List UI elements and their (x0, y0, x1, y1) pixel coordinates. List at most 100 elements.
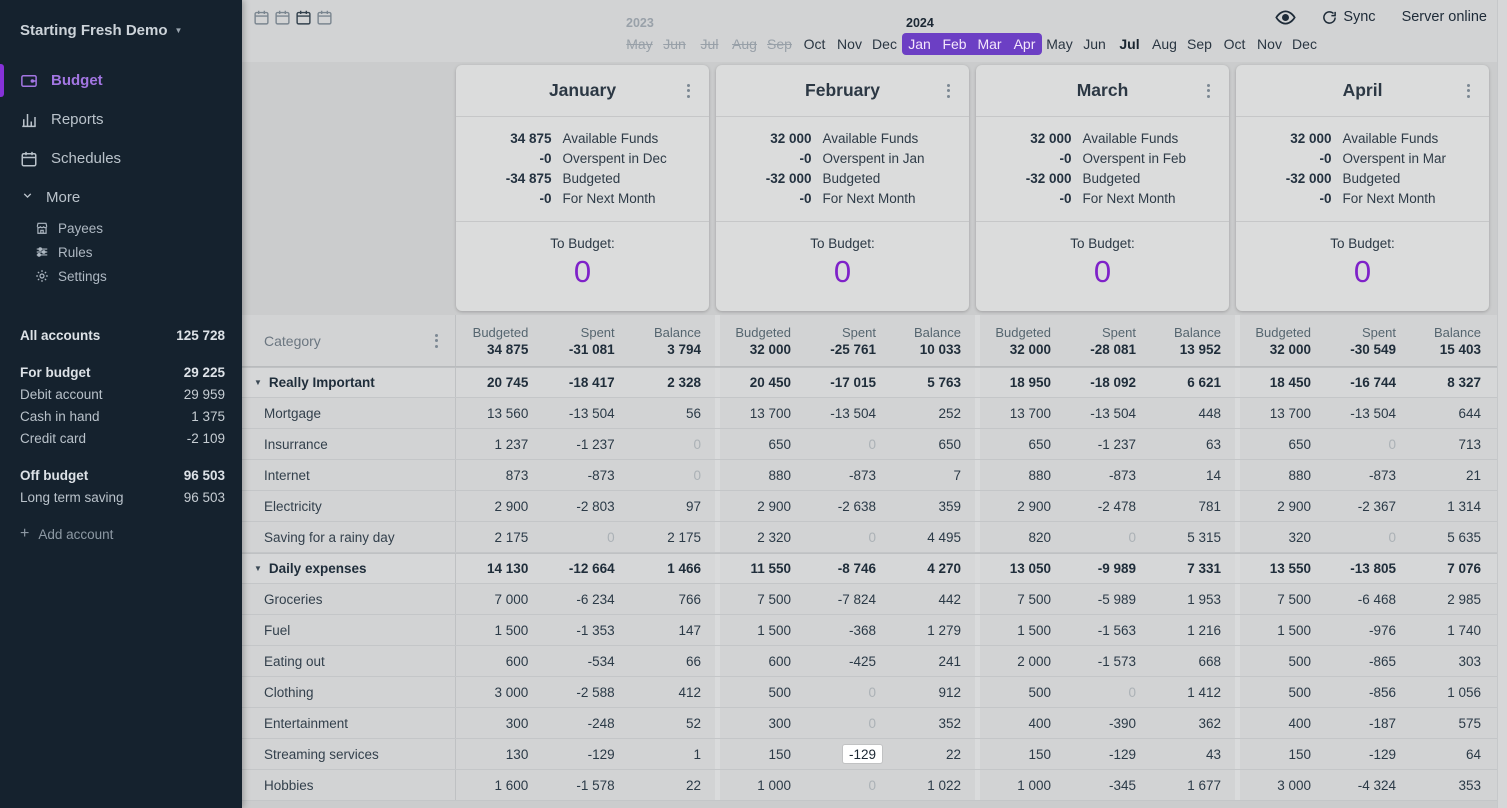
budget-cell[interactable]: 2 985 (1410, 584, 1495, 614)
budget-cell[interactable]: 2 000 (980, 646, 1065, 676)
budget-cell[interactable]: 1 237 (456, 429, 542, 459)
budget-cell[interactable]: -2 588 (542, 677, 628, 707)
header-cell-balance[interactable]: Balance3 794 (629, 315, 715, 366)
budget-cell[interactable]: 56 (629, 398, 715, 428)
account-row-credit-card[interactable]: Credit card-2 109 (0, 427, 242, 449)
budget-cell[interactable]: 713 (1410, 429, 1495, 459)
budget-cell[interactable]: 13 050 (980, 554, 1065, 583)
budget-cell[interactable]: -2 803 (542, 491, 628, 521)
budget-cell[interactable]: -13 504 (1065, 398, 1150, 428)
budget-cell[interactable]: 4 270 (890, 554, 975, 583)
month-name[interactable]: April (1343, 80, 1383, 101)
month-may-12[interactable]: May (1042, 33, 1077, 55)
budget-cell[interactable]: 500 (1240, 677, 1325, 707)
month-count-button-4[interactable] (316, 9, 333, 25)
month-name[interactable]: January (549, 80, 616, 101)
month-menu-kebab-icon[interactable] (681, 83, 695, 99)
header-cell-balance[interactable]: Balance13 952 (1150, 315, 1235, 366)
month-jul-2[interactable]: Jul (692, 33, 727, 55)
to-budget-amount[interactable]: 0 (456, 254, 709, 290)
add-account-button[interactable]: + Add account (0, 525, 242, 543)
budget-cell[interactable]: 7 000 (456, 584, 542, 614)
budget-cell[interactable]: 1 466 (629, 554, 715, 583)
sidebar-item-settings[interactable]: Settings (0, 264, 242, 288)
category-cell[interactable]: Insurrance (242, 429, 455, 459)
budget-cell[interactable]: 412 (629, 677, 715, 707)
budget-cell[interactable]: 0 (805, 708, 890, 738)
budget-cell[interactable]: 820 (980, 522, 1065, 552)
budget-cell[interactable]: 18 450 (1240, 368, 1325, 397)
header-cell-spent[interactable]: Spent-28 081 (1065, 315, 1150, 366)
month-sep-4[interactable]: Sep (762, 33, 797, 55)
budget-cell[interactable]: 22 (890, 739, 975, 769)
category-cell[interactable]: Groceries (242, 584, 455, 614)
budget-cell[interactable]: -865 (1325, 646, 1410, 676)
budget-cell[interactable]: 150 (980, 739, 1065, 769)
budget-cell[interactable]: 500 (980, 677, 1065, 707)
budget-cell[interactable]: -1 573 (1065, 646, 1150, 676)
account-row-off-budget[interactable]: Off budget96 503 (0, 464, 242, 486)
budget-cell[interactable]: -13 504 (542, 398, 628, 428)
month-mar-10[interactable]: Mar (972, 33, 1007, 55)
header-cell-budgeted[interactable]: Budgeted34 875 (456, 315, 542, 366)
budget-cell[interactable]: -1 237 (1065, 429, 1150, 459)
budget-cell[interactable]: 7 076 (1410, 554, 1495, 583)
category-cell[interactable]: Clothing (242, 677, 455, 707)
budget-cell[interactable]: 600 (456, 646, 542, 676)
month-jun-13[interactable]: Jun (1077, 33, 1112, 55)
budget-cell[interactable]: 11 550 (720, 554, 805, 583)
category-cell[interactable]: Internet (242, 460, 455, 490)
budget-cell[interactable]: 13 560 (456, 398, 542, 428)
budget-cell[interactable]: -2 478 (1065, 491, 1150, 521)
budget-cell[interactable]: 130 (456, 739, 542, 769)
budget-cell[interactable]: -1 563 (1065, 615, 1150, 645)
header-cell-budgeted[interactable]: Budgeted32 000 (980, 315, 1065, 366)
budget-cell[interactable]: 320 (1240, 522, 1325, 552)
header-cell-balance[interactable]: Balance15 403 (1410, 315, 1495, 366)
budget-cell[interactable]: -1 237 (542, 429, 628, 459)
budget-cell[interactable]: 2 900 (1240, 491, 1325, 521)
month-aug-3[interactable]: Aug (727, 33, 762, 55)
budget-cell[interactable]: 650 (720, 429, 805, 459)
account-row-for-budget[interactable]: For budget29 225 (0, 361, 242, 383)
budget-cell[interactable]: 352 (890, 708, 975, 738)
budget-cell[interactable]: -5 989 (1065, 584, 1150, 614)
budget-cell[interactable]: 0 (1065, 677, 1150, 707)
month-count-button-1[interactable] (253, 9, 270, 25)
budget-cell[interactable]: 252 (890, 398, 975, 428)
month-oct-5[interactable]: Oct (797, 33, 832, 55)
budget-cell[interactable]: 22 (629, 770, 715, 800)
budget-cell[interactable]: 5 763 (890, 368, 975, 397)
month-jan-8[interactable]: Jan (902, 33, 937, 55)
month-count-button-3[interactable] (295, 9, 312, 25)
month-apr-11[interactable]: Apr (1007, 33, 1042, 55)
budget-cell[interactable]: 5 635 (1410, 522, 1495, 552)
budget-cell[interactable]: -368 (805, 615, 890, 645)
header-cell-balance[interactable]: Balance10 033 (890, 315, 975, 366)
budget-cell[interactable]: 1 412 (1150, 677, 1235, 707)
budget-cell[interactable]: 668 (1150, 646, 1235, 676)
budget-cell[interactable]: 0 (805, 770, 890, 800)
category-cell[interactable]: Eating out (242, 646, 455, 676)
budget-cell[interactable]: 600 (720, 646, 805, 676)
budget-cell[interactable]: 1 (629, 739, 715, 769)
budget-cell[interactable]: 400 (1240, 708, 1325, 738)
account-row-long-term-saving[interactable]: Long term saving96 503 (0, 486, 242, 508)
sidebar-item-budget[interactable]: Budget (0, 61, 242, 100)
budget-cell[interactable]: 7 331 (1150, 554, 1235, 583)
month-menu-kebab-icon[interactable] (1461, 83, 1475, 99)
category-cell[interactable]: ▼Really Important (242, 368, 455, 397)
month-name[interactable]: March (1077, 80, 1129, 101)
budget-cell[interactable]: 52 (629, 708, 715, 738)
sidebar-item-reports[interactable]: Reports (0, 100, 242, 139)
budget-cell[interactable]: -873 (1065, 460, 1150, 490)
month-may-0[interactable]: May (622, 33, 657, 55)
category-menu-kebab-icon[interactable] (429, 333, 443, 349)
budget-cell[interactable]: 147 (629, 615, 715, 645)
budget-cell[interactable]: 1 600 (456, 770, 542, 800)
budget-cell[interactable]: 20 450 (720, 368, 805, 397)
category-cell[interactable]: Entertainment (242, 708, 455, 738)
budget-cell[interactable]: 880 (1240, 460, 1325, 490)
budget-cell[interactable]: 781 (1150, 491, 1235, 521)
budget-cell[interactable]: 8 327 (1410, 368, 1495, 397)
